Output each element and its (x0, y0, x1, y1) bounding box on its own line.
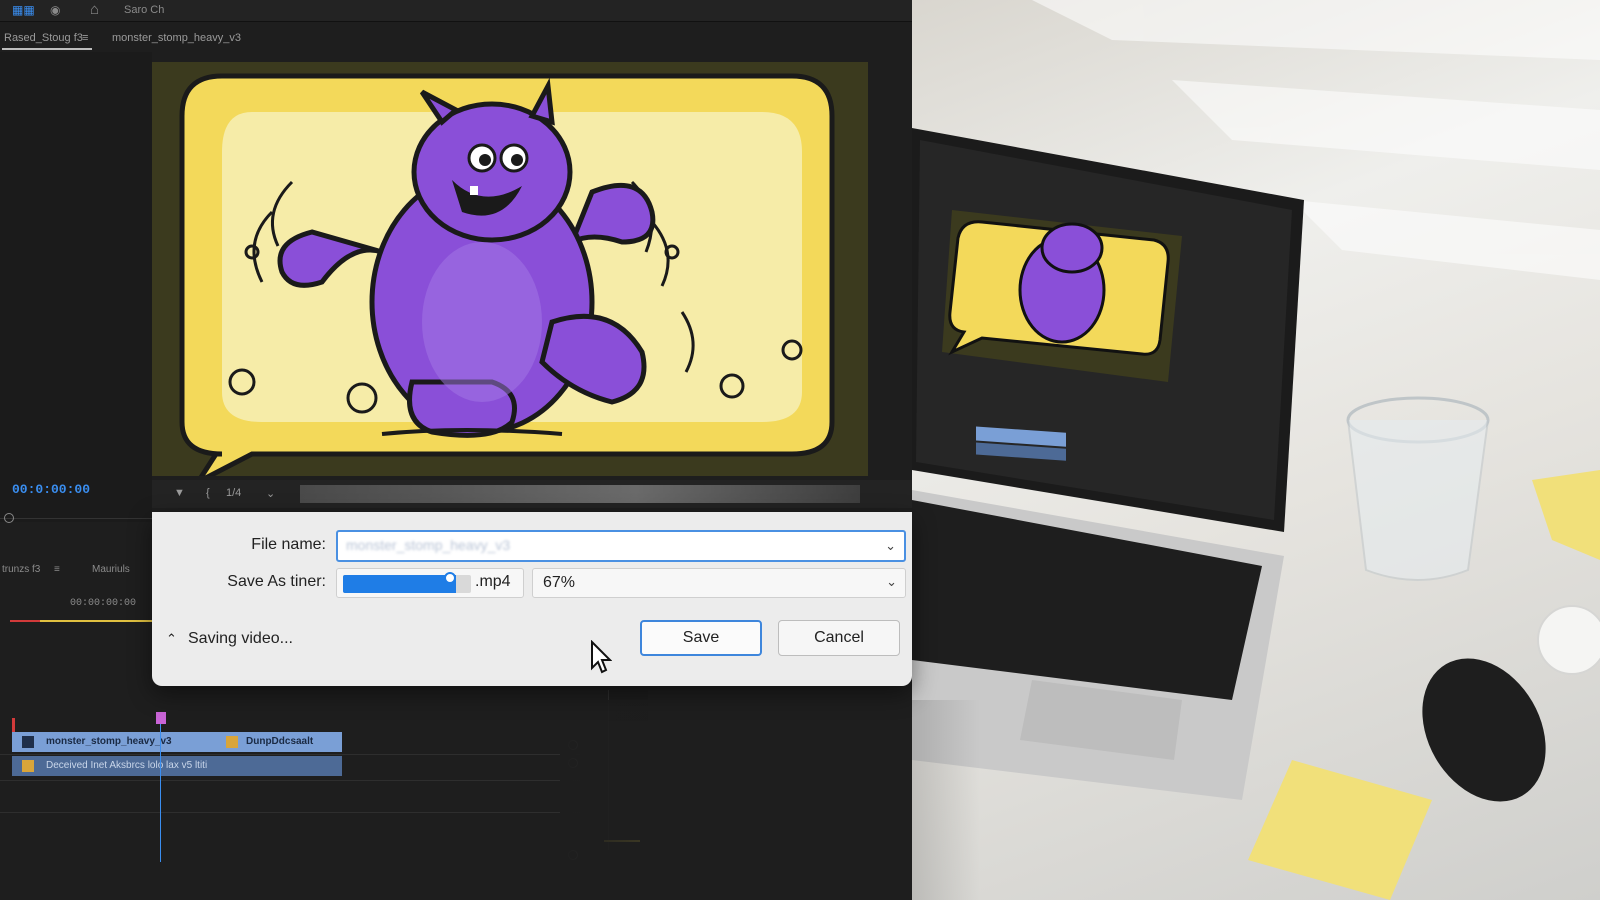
chevron-down-icon[interactable]: ⌄ (885, 538, 896, 554)
zoom-select[interactable]: 1/4 (226, 487, 241, 499)
vignette-shadow (560, 700, 980, 900)
progress-handle[interactable] (443, 572, 456, 584)
audio-badge-icon (22, 760, 34, 772)
marker-icon[interactable]: ▼ (174, 487, 185, 499)
save-progress-control[interactable]: .mp4 (336, 568, 524, 598)
fx-badge-icon (22, 736, 34, 748)
saving-status-text: Saving video... (188, 630, 293, 647)
tab-menu-icon[interactable]: ≡ (54, 564, 60, 575)
file-name-value: monster_stomp_heavy_v3 (346, 537, 511, 553)
audio-clip[interactable]: Deceived Inet Aksbrcs lolo lax v5 ltiti (12, 756, 342, 776)
in-out-icon[interactable]: { (206, 487, 210, 499)
file-name-input[interactable]: monster_stomp_heavy_v3 ⌄ (336, 530, 906, 562)
file-name-label: File name: (251, 536, 326, 553)
chevron-up-icon[interactable]: ⌃ (166, 631, 180, 647)
source-scrub-track[interactable] (0, 518, 152, 519)
panel-tab-bar: Rased_Stoug f3 ≡ monster_stomp_heavy_v3 (0, 26, 912, 52)
tab-program[interactable]: monster_stomp_heavy_v3 (112, 32, 241, 44)
tab-markers[interactable]: Mauriuls (92, 564, 130, 575)
video-clip[interactable]: DunpDdcsaalt (216, 732, 342, 752)
timeline-tab-bar: trunzs f3 ≡ Mauriuls (0, 562, 152, 578)
program-monitor (152, 62, 868, 476)
video-clip[interactable]: monster_stomp_heavy_v3 (12, 732, 216, 752)
playhead-line[interactable] (160, 712, 161, 862)
source-timecode[interactable]: 00:0:00:00 (12, 482, 90, 497)
project-title: Saro Ch (124, 4, 165, 16)
source-scrub-handle[interactable] (4, 513, 14, 523)
save-dialog: File name: monster_stomp_heavy_v3 ⌄ Save… (152, 512, 912, 686)
chevron-down-icon[interactable]: ⌄ (266, 487, 275, 500)
save-as-label: Save As tiner: (227, 573, 326, 590)
track-divider (0, 780, 580, 781)
progress-fill (343, 575, 456, 593)
chevron-down-icon[interactable]: ⌄ (886, 574, 897, 590)
monster-frame-image (152, 62, 868, 476)
program-scrub-bar[interactable] (300, 485, 860, 503)
track-divider (0, 754, 580, 755)
timeline-timecode[interactable]: 00:00:00:00 (70, 598, 136, 609)
home-icon[interactable]: ⌂ (90, 2, 99, 18)
in-point-marker[interactable] (12, 718, 15, 732)
tab-source[interactable]: Rased_Stoug f3 (4, 32, 83, 44)
clip-label: monster_stomp_heavy_v3 (46, 736, 172, 747)
active-tab-indicator (2, 48, 92, 50)
quality-value: 67% (543, 574, 576, 591)
top-bar: ▦▦ ◉ ⌂ Saro Ch (0, 0, 912, 22)
track-divider (0, 812, 580, 813)
app-logo-icon[interactable]: ▦▦ (12, 2, 35, 18)
saving-status[interactable]: ⌃ Saving video... (166, 630, 293, 648)
save-button[interactable]: Save (640, 620, 762, 656)
clip-label: DunpDdcsaalt (246, 736, 314, 747)
fx-badge-icon (226, 736, 238, 748)
quality-select[interactable]: 67% ⌄ (532, 568, 906, 598)
file-extension: .mp4 (475, 573, 511, 590)
clip-label: Deceived Inet Aksbrcs lolo lax v5 ltiti (46, 760, 208, 771)
timeline-render-bar (10, 620, 40, 622)
source-panel (0, 52, 152, 522)
desk-photo (912, 0, 1600, 900)
globe-icon[interactable]: ◉ (50, 2, 60, 18)
tab-menu-icon[interactable]: ≡ (82, 32, 88, 44)
playhead-handle[interactable] (156, 712, 166, 724)
cancel-button[interactable]: Cancel (778, 620, 900, 656)
laptop-desk-image (912, 0, 1600, 900)
cursor-icon (591, 640, 612, 674)
tab-sequence[interactable]: trunzs f3 (2, 564, 40, 575)
